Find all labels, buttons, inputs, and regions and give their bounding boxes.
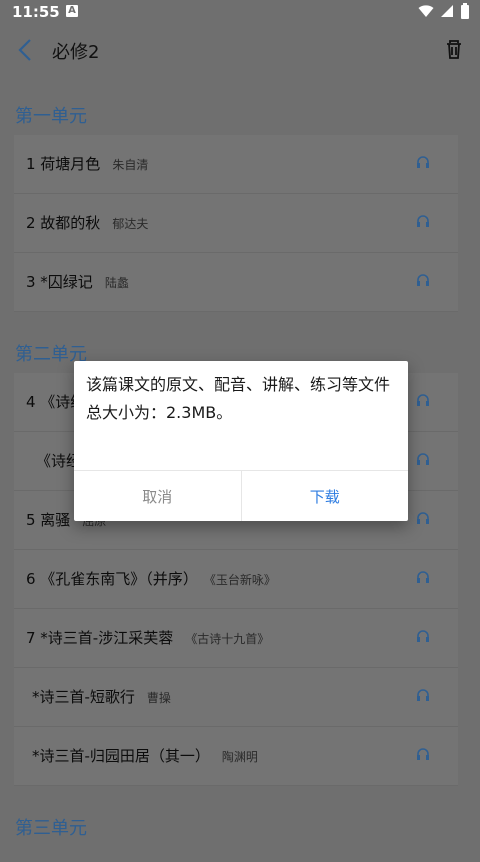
trash-icon[interactable] <box>442 38 466 62</box>
download-button[interactable]: 下载 <box>242 471 409 521</box>
lesson-author: 陆蠡 <box>104 276 129 290</box>
headphones-icon[interactable] <box>416 688 430 702</box>
lesson-title: 6 《孔雀东南飞》（并序） 《玉台新咏》 <box>26 570 276 588</box>
lesson-author: 陶渊明 <box>221 750 258 764</box>
lesson-author: 曹操 <box>146 691 171 705</box>
dialog-message: 该篇课文的原文、配音、讲解、练习等文件总大小为：2.3MB。 <box>86 375 391 422</box>
lesson-title: 1 荷塘月色 朱自清 <box>26 155 149 173</box>
back-arrow-icon[interactable] <box>10 34 42 66</box>
battery-icon <box>461 3 469 19</box>
app-bar: 必修2 <box>0 24 480 76</box>
lesson-row[interactable]: *诗三首-归园田居（其一） 陶渊明 <box>14 727 458 786</box>
headphones-icon[interactable] <box>416 214 430 228</box>
lesson-row[interactable]: 1 荷塘月色 朱自清 <box>14 135 458 194</box>
section-title-unit3: 第三单元 <box>15 818 87 839</box>
wifi-icon <box>418 5 434 17</box>
lesson-row[interactable]: 3 *囚绿记 陆蠡 <box>14 253 458 312</box>
lesson-author: 朱自清 <box>112 158 149 172</box>
page-title: 必修2 <box>52 42 100 63</box>
dialog-buttons: 取消 下载 <box>74 470 408 521</box>
headphones-icon[interactable] <box>416 570 430 584</box>
lesson-title: *诗三首-短歌行 曹操 <box>32 688 171 706</box>
headphones-icon[interactable] <box>416 629 430 643</box>
headphones-icon[interactable] <box>416 273 430 287</box>
download-dialog: 该篇课文的原文、配音、讲解、练习等文件总大小为：2.3MB。 取消 下载 <box>74 361 408 521</box>
headphones-icon[interactable] <box>416 452 430 466</box>
cancel-button[interactable]: 取消 <box>74 471 242 521</box>
lesson-author: 郁达夫 <box>112 217 149 231</box>
lesson-row[interactable]: 2 故都的秋 郁达夫 <box>14 194 458 253</box>
lesson-title: 7 *诗三首-涉江采芙蓉 《古诗十九首》 <box>26 629 270 647</box>
lesson-title: 3 *囚绿记 陆蠡 <box>26 273 129 291</box>
headphones-icon[interactable] <box>416 393 430 407</box>
lesson-row[interactable]: 7 *诗三首-涉江采芙蓉 《古诗十九首》 <box>14 609 458 668</box>
lesson-author: 《玉台新咏》 <box>209 573 276 587</box>
headphones-icon[interactable] <box>416 155 430 169</box>
status-time: 11:55 <box>12 3 60 21</box>
headphones-icon[interactable] <box>416 747 430 761</box>
status-bar: 11:55 A <box>0 0 480 24</box>
lesson-title: *诗三首-归园田居（其一） 陶渊明 <box>32 747 258 765</box>
signal-icon <box>441 5 453 17</box>
notification-icon: A <box>66 5 78 17</box>
lesson-author: 《古诗十九首》 <box>185 632 270 646</box>
status-icons <box>418 3 470 19</box>
lesson-row[interactable]: *诗三首-短歌行 曹操 <box>14 668 458 727</box>
lesson-title: 2 故都的秋 郁达夫 <box>26 214 149 232</box>
lesson-row[interactable]: 6 《孔雀东南飞》（并序） 《玉台新咏》 <box>14 550 458 609</box>
headphones-icon[interactable] <box>416 511 430 525</box>
section-title-unit1: 第一单元 <box>15 106 87 127</box>
